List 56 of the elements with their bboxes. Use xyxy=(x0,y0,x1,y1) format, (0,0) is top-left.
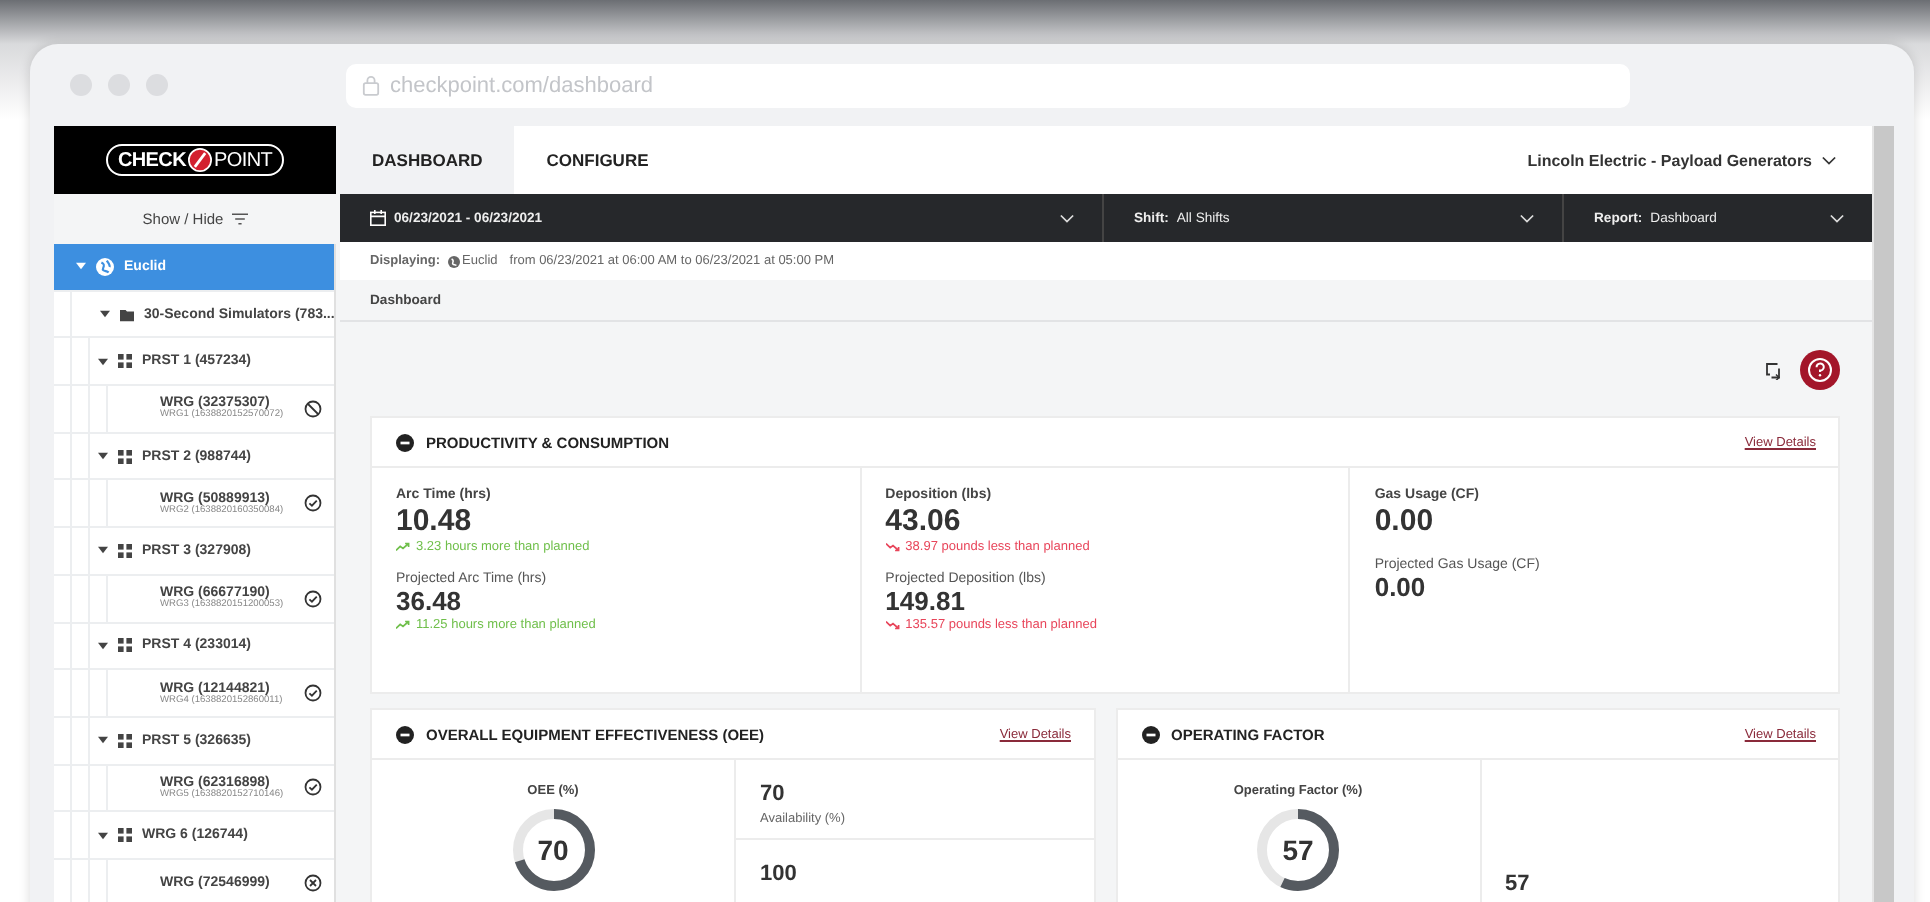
collapse-icon[interactable] xyxy=(396,725,414,743)
gauge-ring xyxy=(1254,806,1342,894)
metric-value: 0.00 xyxy=(1374,572,1428,604)
collapse-icon[interactable] xyxy=(1141,725,1159,743)
caret-icon[interactable] xyxy=(98,736,108,745)
chevron-down-icon xyxy=(1822,155,1836,165)
grid-icon xyxy=(118,733,132,748)
lock-icon xyxy=(362,74,380,96)
caret-icon[interactable] xyxy=(98,831,108,840)
help-icon[interactable] xyxy=(1800,349,1840,389)
stat-value: 57 xyxy=(1505,872,1532,896)
metric-value: 10.48 xyxy=(396,502,474,540)
globe-icon xyxy=(96,257,114,276)
gauge-value: 70 xyxy=(535,832,571,868)
caret-icon[interactable] xyxy=(98,357,108,366)
slash-mark-icon xyxy=(188,148,212,172)
folder-icon xyxy=(120,307,134,322)
chevron-down-icon xyxy=(1830,213,1844,223)
filter-icon xyxy=(231,212,248,226)
trend-down-icon xyxy=(885,542,900,552)
grid-icon xyxy=(118,449,132,464)
grid-icon xyxy=(118,543,132,558)
caret-icon[interactable] xyxy=(100,310,110,319)
blocked-icon xyxy=(304,399,323,418)
nav-tab[interactable]: DASHBOARD xyxy=(340,126,515,194)
gauge-ring xyxy=(509,806,597,894)
trend-up-icon xyxy=(396,542,410,552)
check-circle-icon xyxy=(304,778,323,797)
metric-value: 0.00 xyxy=(1374,502,1436,540)
trend-down-icon xyxy=(885,620,900,630)
grid-icon xyxy=(118,354,132,369)
scrollbar[interactable] xyxy=(1872,126,1894,902)
x-circle-icon xyxy=(304,873,323,892)
organization-dropdown[interactable]: Lincoln Electric - Payload Generators xyxy=(1527,126,1872,194)
calendar-icon xyxy=(370,210,386,226)
caret-icon[interactable] xyxy=(98,452,108,461)
check-circle-icon xyxy=(304,684,323,703)
grid-icon xyxy=(118,828,132,843)
globe-icon xyxy=(448,255,461,267)
check-circle-icon xyxy=(304,494,323,513)
stat-value: 70 xyxy=(760,782,787,806)
metric-value: 149.81 xyxy=(885,586,967,618)
check-circle-icon xyxy=(304,589,323,608)
gauge-value: 57 xyxy=(1280,832,1316,868)
caret-icon[interactable] xyxy=(98,641,108,650)
caret-icon[interactable] xyxy=(98,546,108,555)
chevron-down-icon xyxy=(1060,213,1074,223)
metric-value: 36.48 xyxy=(396,586,464,618)
trend-up-icon xyxy=(396,620,410,630)
chevron-down-icon xyxy=(1520,213,1534,223)
export-icon[interactable] xyxy=(1764,359,1782,379)
grid-icon xyxy=(118,638,132,653)
logo: CHECK POINT xyxy=(54,126,336,194)
metric-value: 43.06 xyxy=(885,502,963,540)
collapse-icon[interactable] xyxy=(396,433,414,451)
stat-value: 100 xyxy=(760,862,799,886)
